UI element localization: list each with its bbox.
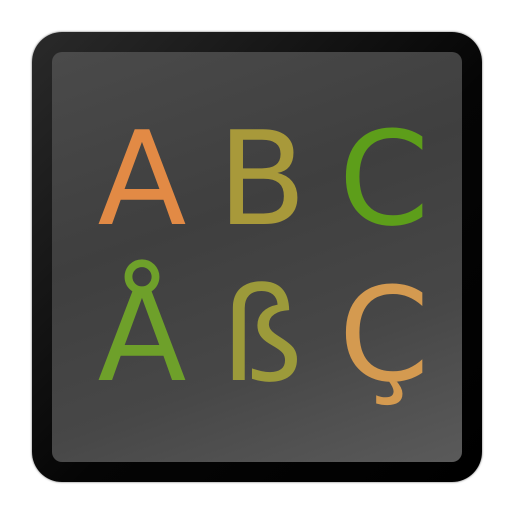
glyph-b: B bbox=[217, 103, 307, 255]
icon-face: A B C Å ß Ç bbox=[52, 52, 462, 462]
glyph-c: C bbox=[338, 103, 430, 255]
glyph-a-ring: Å bbox=[97, 259, 187, 411]
glyph-a: A bbox=[97, 103, 187, 255]
glyph-sharp-s: ß bbox=[221, 259, 303, 411]
glyph-c-cedilla: Ç bbox=[338, 259, 430, 411]
